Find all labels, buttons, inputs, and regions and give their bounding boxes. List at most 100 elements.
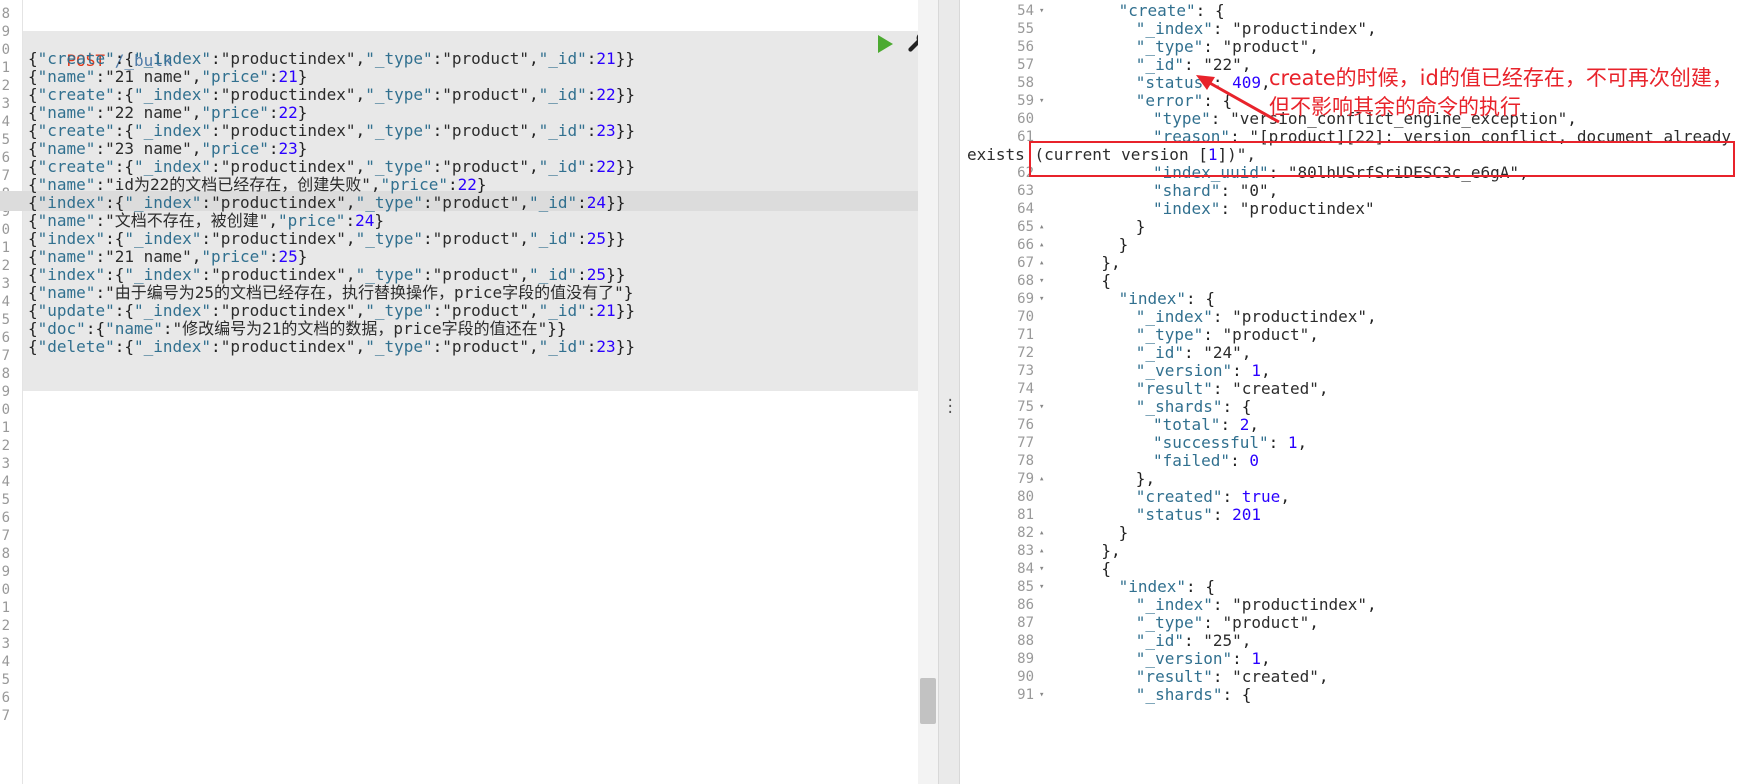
- line-number: 91: [1017, 687, 1034, 703]
- response-line: "successful": 1,: [1153, 433, 1308, 452]
- response-line: "total": 2,: [1153, 415, 1259, 434]
- response-line: "_shards": {: [1135, 397, 1252, 416]
- response-line: "_type": "product",: [1135, 613, 1319, 632]
- line-number: 8: [1, 546, 10, 562]
- request-editor-pane[interactable]: 8901234567890123456789012345678901234567…: [0, 0, 938, 784]
- line-number: 77: [1017, 435, 1034, 451]
- play-icon[interactable]: [878, 35, 893, 53]
- request-body-line[interactable]: {"name":"21 name","price":25}: [28, 247, 307, 267]
- error-reason-highlight-box: [1029, 141, 1735, 177]
- line-number: 84: [1017, 561, 1034, 577]
- request-body-line[interactable]: {"create":{"_index":"productindex","_typ…: [28, 85, 635, 105]
- request-body-line[interactable]: {"create":{"_index":"productindex","_typ…: [28, 157, 635, 177]
- request-scrollbar-track[interactable]: [918, 0, 938, 784]
- line-number: 8: [1, 366, 10, 382]
- request-body-line[interactable]: {"name":"文档不存在，被创建","price":24}: [28, 211, 384, 231]
- response-line: }: [1118, 523, 1129, 542]
- line-number: 4: [1, 114, 10, 130]
- request-body-line[interactable]: {"index":{"_index":"productindex","_type…: [28, 193, 625, 213]
- fold-collapse-icon[interactable]: ▾: [1039, 559, 1051, 579]
- line-number: 2: [1, 258, 10, 274]
- response-line: "index": "productindex": [1153, 199, 1375, 218]
- request-body-line[interactable]: {"create":{"_index":"productindex","_typ…: [28, 121, 635, 141]
- line-number: 0: [1, 42, 10, 58]
- response-line: "failed": 0: [1153, 451, 1259, 470]
- request-body-line[interactable]: {"doc":{"name":"修改编号为21的文档的数据，price字段的值还…: [28, 319, 567, 339]
- fold-expand-icon[interactable]: ▴: [1039, 235, 1051, 255]
- fold-expand-icon[interactable]: ▴: [1039, 523, 1051, 543]
- request-body-line[interactable]: {"name":"id为22的文档已经存在，创建失败","price":22}: [28, 175, 487, 195]
- request-body-line[interactable]: {"update":{"_index":"productindex","_typ…: [28, 301, 635, 321]
- line-number: 6: [1, 330, 10, 346]
- fold-collapse-icon[interactable]: ▾: [1039, 577, 1051, 597]
- response-line: },: [1135, 469, 1156, 488]
- fold-collapse-icon[interactable]: ▾: [1039, 685, 1051, 705]
- line-number: 80: [1017, 489, 1034, 505]
- line-number: 3: [1, 456, 10, 472]
- line-number: 4: [1, 474, 10, 490]
- line-number: 59: [1017, 93, 1034, 109]
- line-number: 3: [1, 96, 10, 112]
- line-number: 6: [1, 510, 10, 526]
- line-number: 87: [1017, 615, 1034, 631]
- line-number: 60: [1017, 111, 1034, 127]
- request-body-line[interactable]: {"index":{"_index":"productindex","_type…: [28, 265, 625, 285]
- request-body-line[interactable]: {"name":"23 name","price":23}: [28, 139, 307, 159]
- fold-expand-icon[interactable]: ▴: [1039, 541, 1051, 561]
- response-line: {: [1101, 559, 1112, 578]
- fold-expand-icon[interactable]: ▴: [1039, 217, 1051, 237]
- line-number: 0: [1, 402, 10, 418]
- response-line: "created": true,: [1135, 487, 1290, 506]
- response-line: {: [1101, 271, 1112, 290]
- request-body-line[interactable]: {"name":"21 name","price":21}: [28, 67, 307, 87]
- request-line[interactable]: POST /_bulk: [28, 31, 173, 70]
- request-body-line[interactable]: {"name":"由于编号为25的文档已经存在，执行替换操作，price字段的值…: [28, 283, 633, 303]
- fold-expand-icon[interactable]: ▴: [1039, 253, 1051, 273]
- fold-collapse-icon[interactable]: ▾: [1039, 397, 1051, 417]
- line-number: 63: [1017, 183, 1034, 199]
- response-line: "result": "created",: [1135, 667, 1329, 686]
- response-line: "_type": "product",: [1135, 325, 1319, 344]
- request-body-line[interactable]: {"delete":{"_index":"productindex","_typ…: [28, 337, 635, 357]
- request-body-line[interactable]: {"create":{"_index":"productindex","_typ…: [28, 49, 635, 69]
- response-line: "shard": "0",: [1153, 181, 1279, 200]
- line-number: 7: [1, 528, 10, 544]
- response-line: "create": {: [1118, 1, 1225, 20]
- response-line: },: [1101, 541, 1121, 560]
- line-number: 5: [1, 492, 10, 508]
- request-line-gutter: 8901234567890123456789012345678901234567: [0, 0, 23, 784]
- line-number: 6: [1, 150, 10, 166]
- request-body-line[interactable]: {"name":"22 name","price":22}: [28, 103, 307, 123]
- request-scrollbar-thumb[interactable]: [920, 678, 936, 724]
- line-number: 78: [1017, 453, 1034, 469]
- response-line: "_version": 1,: [1135, 361, 1271, 380]
- line-number: 7: [1, 348, 10, 364]
- fold-collapse-icon[interactable]: ▾: [1039, 91, 1051, 111]
- line-number: 89: [1017, 651, 1034, 667]
- line-number: 64: [1017, 201, 1034, 217]
- line-number: 90: [1017, 669, 1034, 685]
- fold-collapse-icon[interactable]: ▾: [1039, 271, 1051, 291]
- annotation-note: create的时候，id的值已经存在，不可再次创建，但不影响其余的命令的执行: [1269, 66, 1733, 119]
- line-number: 3: [1, 276, 10, 292]
- pane-splitter[interactable]: · · ·: [938, 0, 960, 784]
- response-line: "_type": "product",: [1135, 37, 1319, 56]
- line-number: 1: [1, 420, 10, 436]
- line-number: 6: [1, 690, 10, 706]
- line-number: 58: [1017, 75, 1034, 91]
- line-number: 0: [1, 222, 10, 238]
- response-line: "status": 201: [1135, 505, 1262, 524]
- line-number: 85: [1017, 579, 1034, 595]
- line-number: 57: [1017, 57, 1034, 73]
- response-line: "status": 409,: [1135, 73, 1271, 92]
- response-line: }: [1118, 235, 1129, 254]
- response-line: "_index": "productindex",: [1135, 19, 1377, 38]
- fold-expand-icon[interactable]: ▴: [1039, 469, 1051, 489]
- fold-collapse-icon[interactable]: ▾: [1039, 289, 1051, 309]
- fold-collapse-icon[interactable]: ▾: [1039, 1, 1051, 21]
- line-number: 0: [1, 582, 10, 598]
- line-number: 69: [1017, 291, 1034, 307]
- splitter-grip-icon[interactable]: · · ·: [946, 394, 954, 420]
- request-body-line[interactable]: {"index":{"_index":"productindex","_type…: [28, 229, 625, 249]
- line-number: 1: [1, 600, 10, 616]
